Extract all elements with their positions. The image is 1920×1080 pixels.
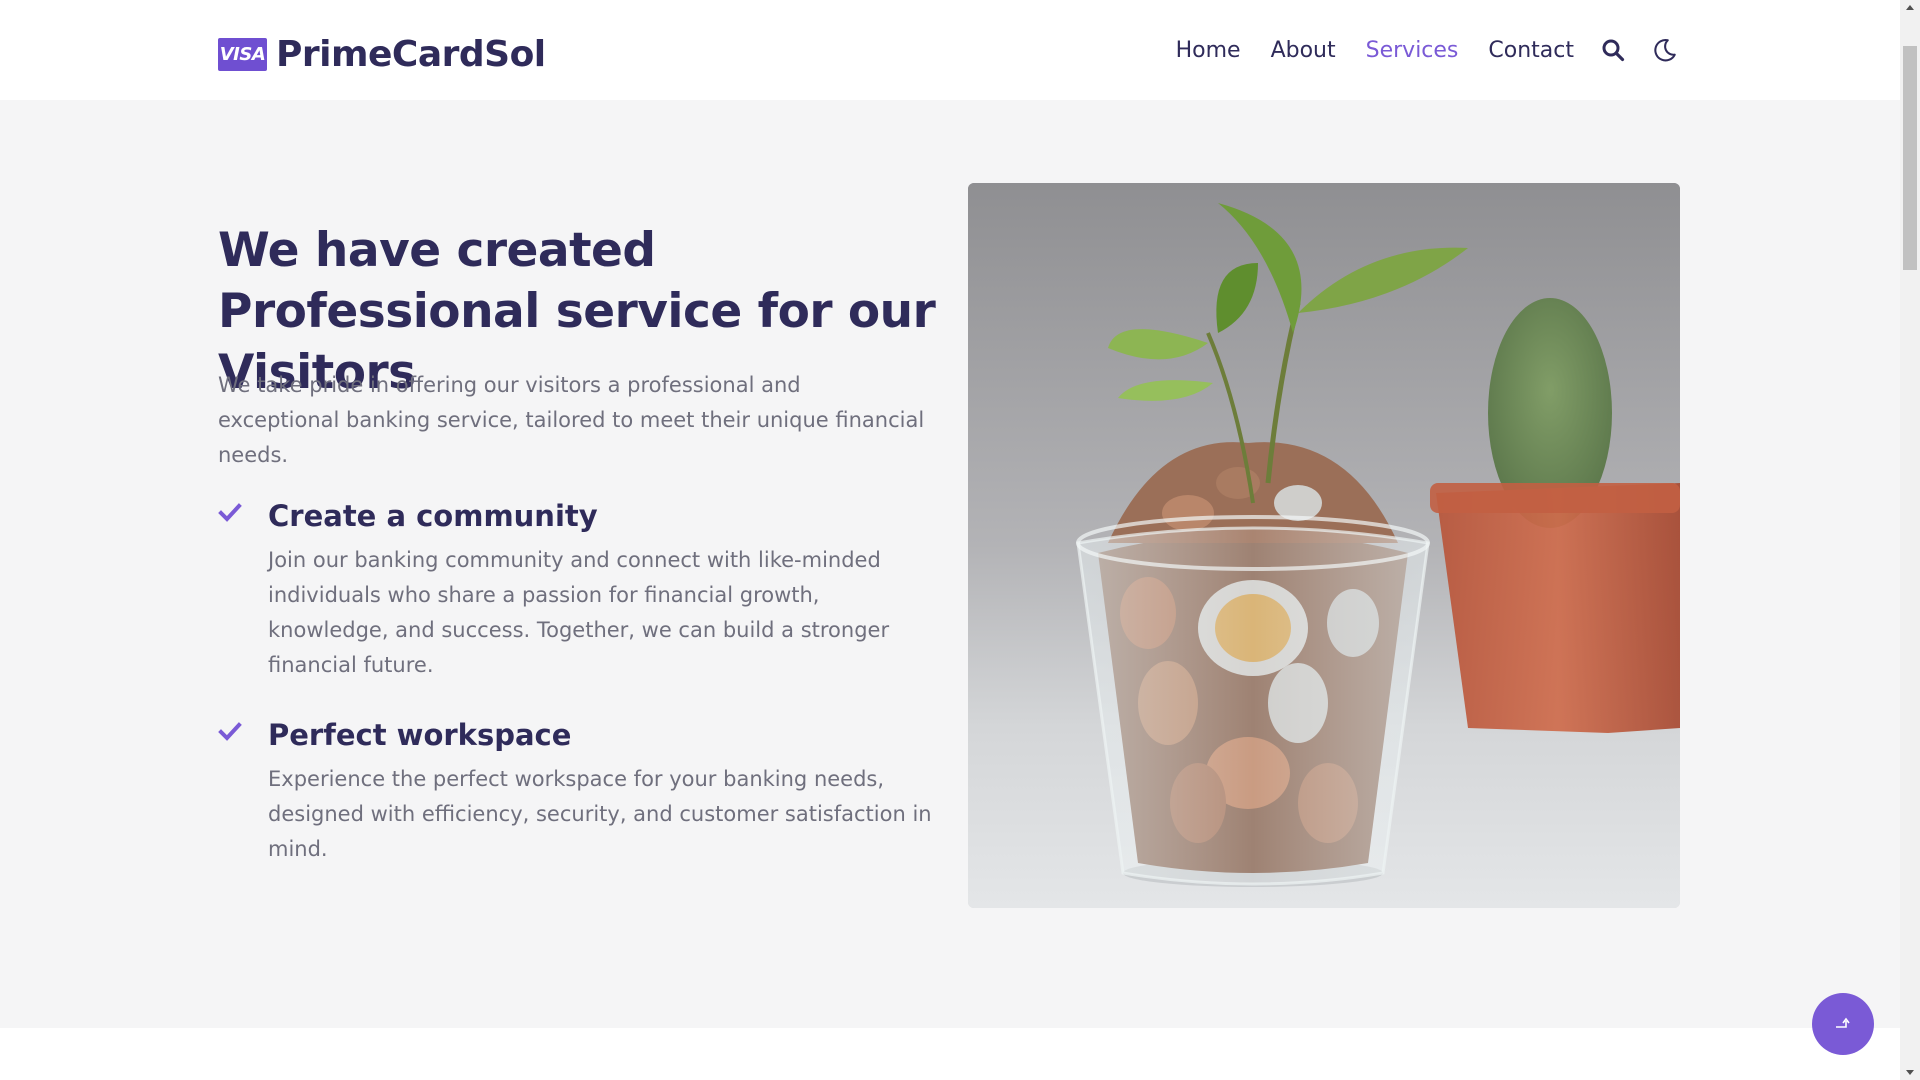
- nav-about[interactable]: About: [1271, 38, 1336, 63]
- search-icon-glyph: [1602, 39, 1625, 62]
- hero-lead: We take pride in offering our visitors a…: [218, 373, 925, 467]
- arrow-up-icon: [1836, 1017, 1850, 1028]
- scroll-down-arrow-icon[interactable]: [1906, 1070, 1914, 1075]
- feature-title: Create a community: [268, 499, 598, 533]
- feature-workspace: Perfect workspace Experience the perfect…: [218, 716, 938, 867]
- check-icon: [218, 503, 242, 522]
- moon-icon[interactable]: [1652, 37, 1678, 63]
- nav-home[interactable]: Home: [1176, 38, 1241, 63]
- plant-in-coins-photo: [968, 183, 1680, 908]
- nav-services[interactable]: Services: [1366, 38, 1459, 63]
- check-icon: [218, 722, 242, 741]
- services-hero: We have created Professional service for…: [0, 100, 1900, 1028]
- visa-badge: VISA: [218, 37, 267, 71]
- site-header: VISA PrimeCardSol Home About Services Co…: [0, 0, 1900, 100]
- feature-community: Create a community Join our banking comm…: [218, 497, 938, 683]
- brand-logo[interactable]: VISA PrimeCardSol: [218, 32, 546, 76]
- scroll-up-arrow-icon[interactable]: [1906, 5, 1914, 10]
- plant-in-coins-illustration: [968, 183, 1680, 908]
- main-nav: Home About Services Contact: [1146, 28, 1678, 72]
- search-icon[interactable]: [1600, 37, 1626, 63]
- feature-text: Experience the perfect workspace for you…: [268, 767, 932, 861]
- moon-icon-glyph: [1654, 38, 1676, 62]
- next-section: [0, 1028, 1900, 1080]
- nav-contact[interactable]: Contact: [1488, 38, 1574, 63]
- brand-name: PrimeCardSol: [276, 33, 546, 75]
- feature-text: Join our banking community and connect w…: [268, 548, 890, 677]
- page-scrollbar[interactable]: [1900, 0, 1920, 1080]
- feature-title: Perfect workspace: [268, 718, 572, 752]
- back-to-top-button[interactable]: [1812, 993, 1874, 1055]
- scroll-thumb[interactable]: [1903, 46, 1917, 270]
